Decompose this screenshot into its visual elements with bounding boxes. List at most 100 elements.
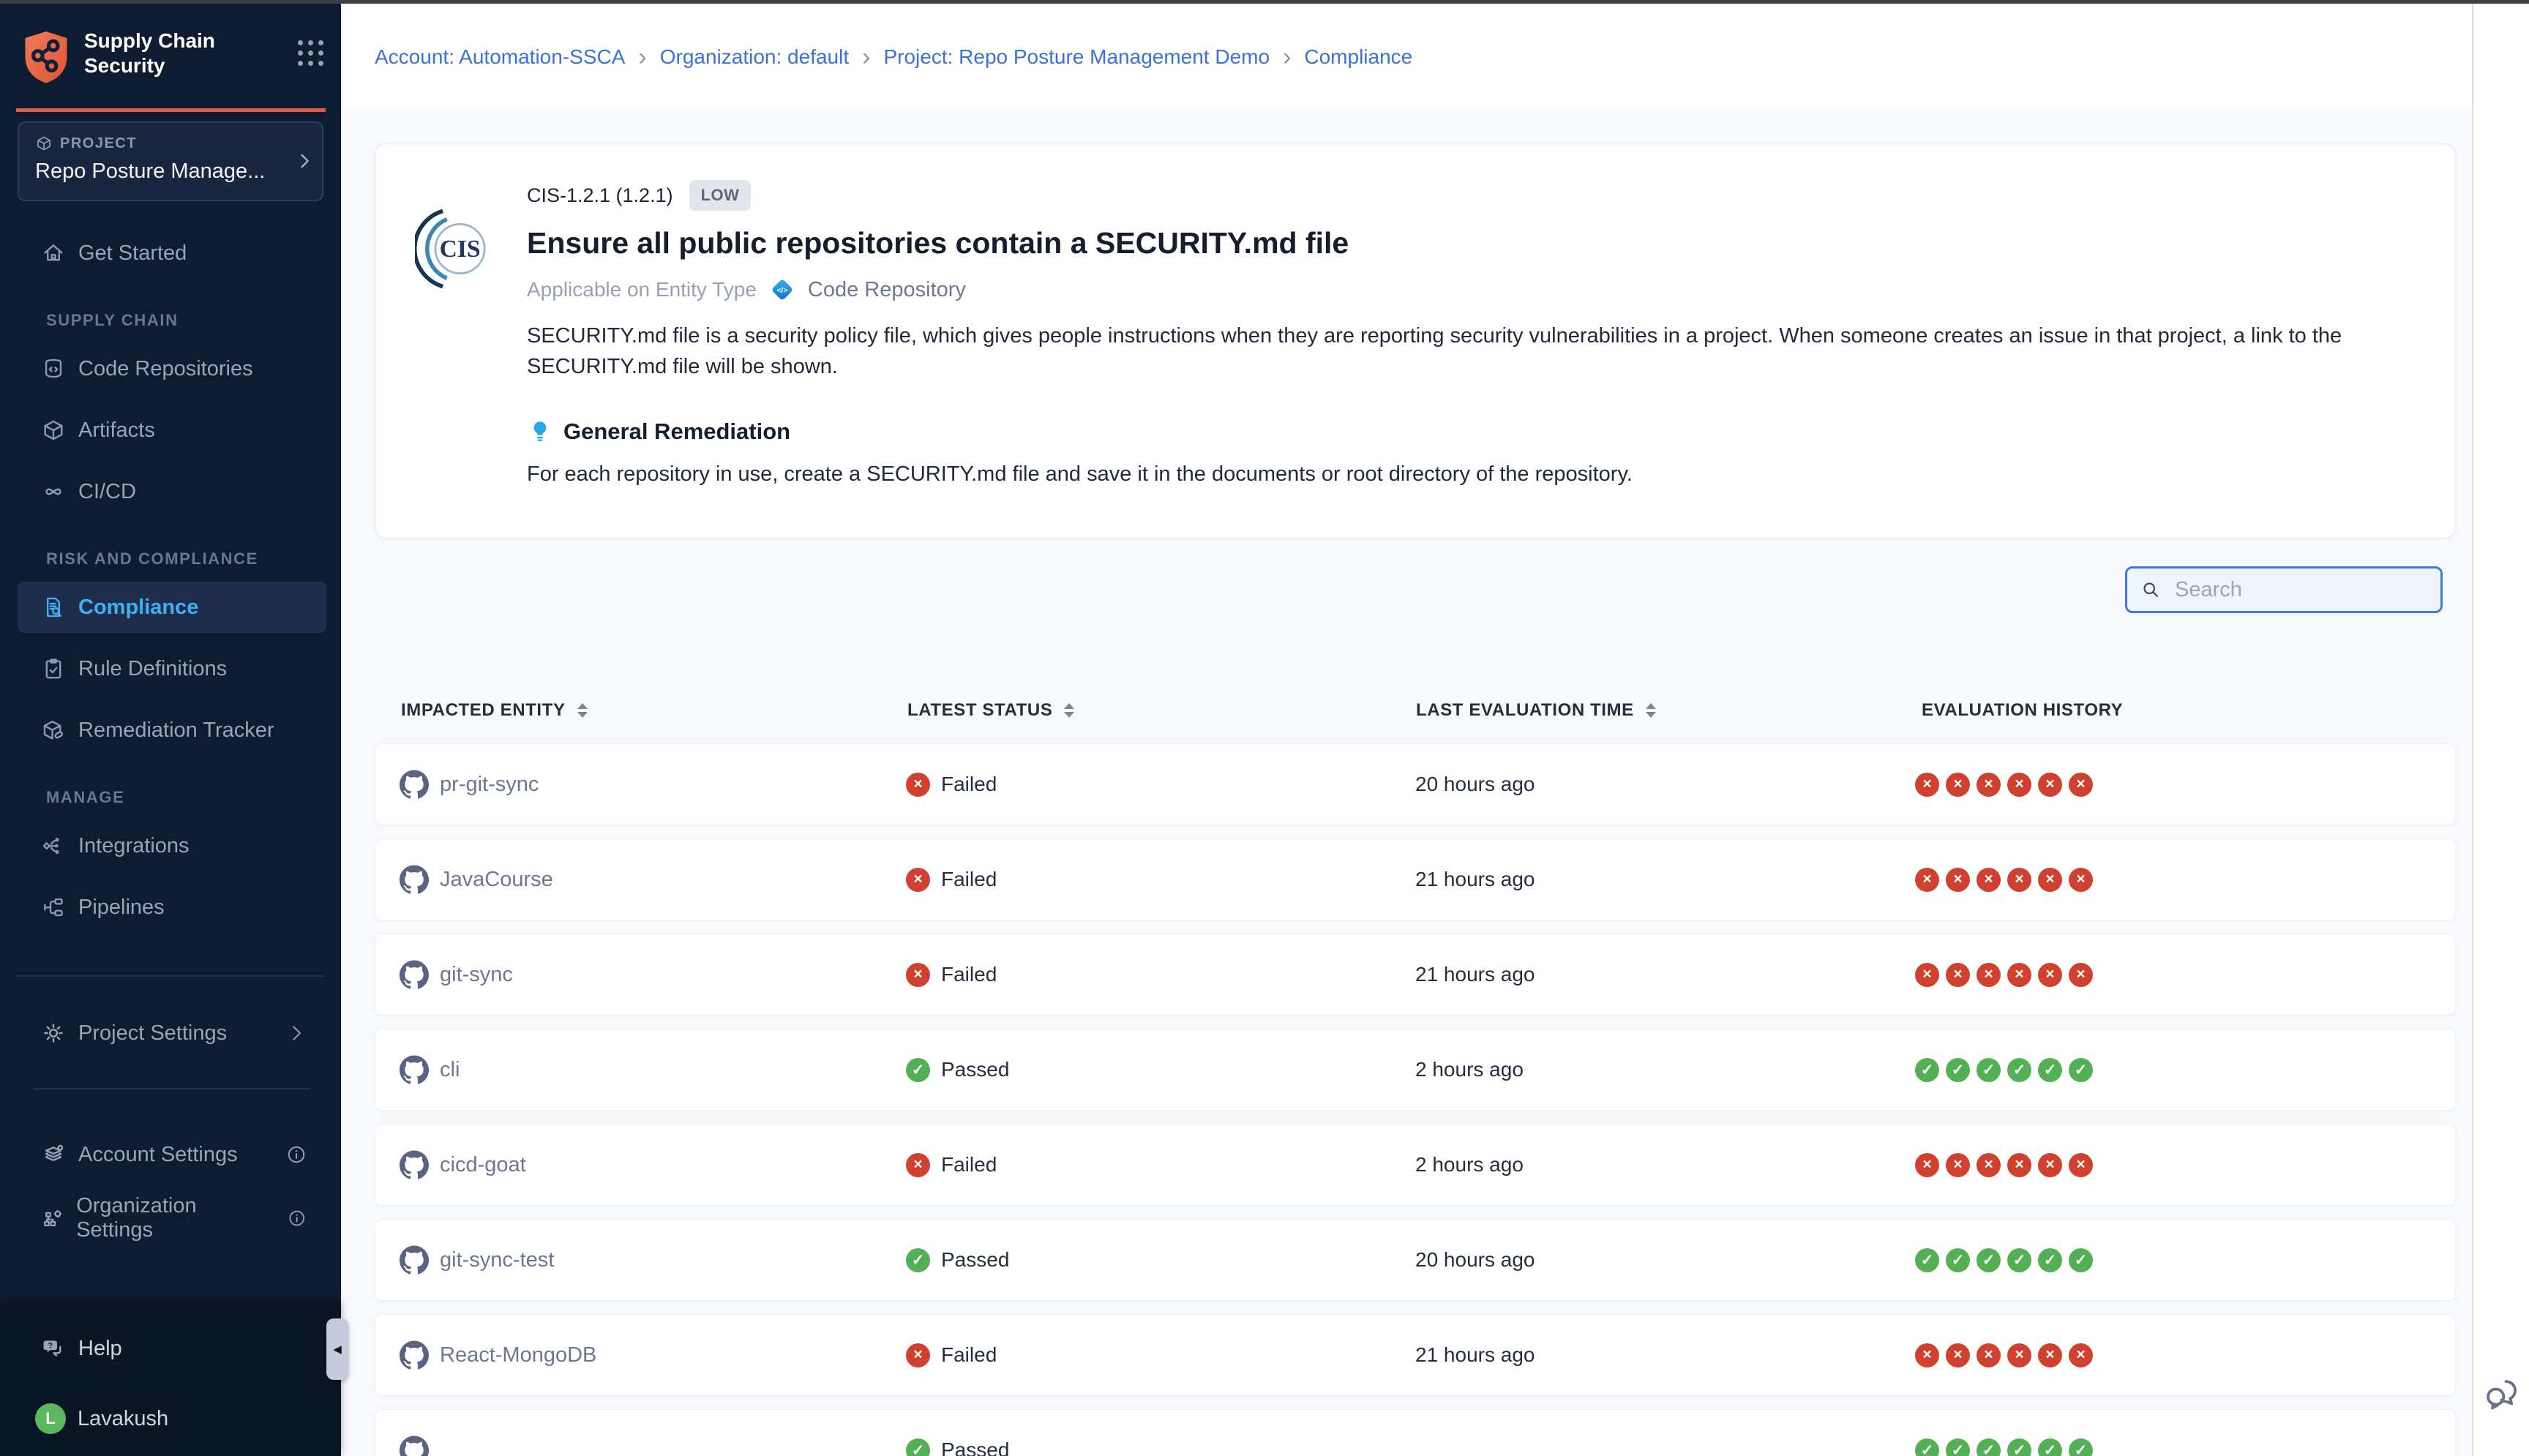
entity-name[interactable]: git-sync [440,963,513,987]
entity-name[interactable]: git-sync-test [440,1248,554,1272]
avatar: L [35,1403,66,1434]
github-icon [400,1150,429,1179]
project-selector[interactable]: PROJECT Repo Posture Manage... [18,121,323,201]
info-icon [287,1207,307,1229]
table-row[interactable]: ✓ Passed ✓✓✓✓✓✓ [375,1409,2456,1456]
table-row[interactable]: git-sync × Failed 21 hours ago ×××××× [375,934,2456,1016]
entity-name[interactable]: cicd-goat [440,1153,526,1177]
sidebar-section-heading: RISK AND COMPLIANCE [46,549,326,568]
entity-name[interactable]: JavaCourse [440,868,553,892]
rule-title: Ensure all public repositories contain a… [527,226,2411,260]
entity-name[interactable]: pr-git-sync [440,773,539,797]
remediation-heading-row: General Remediation [527,416,2411,448]
sidebar-footer-nav: Project Settings Account Settings Organi… [0,977,341,1244]
passed-eval-icon: ✓ [2038,1058,2062,1082]
column-header[interactable]: LATEST STATUS [881,700,1390,721]
passed-eval-icon: ✓ [1915,1058,1939,1082]
sort-icon[interactable] [1064,703,1074,718]
rule-description: SECURITY.md file is a security policy fi… [527,320,2411,382]
breadcrumb-link[interactable]: Account: Automation-SSCA [375,45,625,69]
column-header[interactable]: IMPACTED ENTITY [375,700,881,721]
chat-help-icon: ? [41,1336,66,1361]
sidebar-item-code-repositories[interactable]: Code Repositories [18,343,326,394]
cis-logo: CIS [415,208,497,290]
sidebar-item-ci-cd[interactable]: CI/CD [18,466,326,517]
svg-text:?: ? [48,1341,53,1350]
box-icon [41,418,66,443]
chat-bubbles-icon[interactable] [2482,1374,2522,1414]
sidebar-item-label: Integrations [78,834,190,858]
failed-eval-icon: × [1977,773,2001,797]
column-header[interactable]: EVALUATION HISTORY [1895,700,2456,721]
entity-name[interactable]: React-MongoDB [440,1343,596,1367]
last-evaluation-time: 21 hours ago [1415,868,1535,891]
failed-eval-icon: × [1915,963,1939,987]
failed-eval-icon: × [2007,963,2031,987]
sidebar-item-project-settings[interactable]: Project Settings [18,1007,326,1059]
right-rail [2472,4,2529,1456]
github-icon [400,1055,429,1084]
search-icon [2140,579,2161,600]
passed-eval-icon: ✓ [1946,1058,1970,1082]
passed-eval-icon: ✓ [1946,1438,1970,1456]
sidebar-item-organization-settings[interactable]: Organization Settings [18,1193,326,1244]
sidebar-item-label: Code Repositories [78,357,253,381]
sidebar-item-remediation-tracker[interactable]: Remediation Tracker [18,705,326,756]
column-header[interactable]: LAST EVALUATION TIME [1390,700,1895,721]
brand-title-line1: Supply Chain [84,29,298,53]
search-box[interactable] [2125,566,2443,613]
brand-header: Supply Chain Security [20,23,323,93]
breadcrumb-link[interactable]: Compliance [1304,45,1412,69]
breadcrumb-link[interactable]: Project: Repo Posture Management Demo [883,45,1270,69]
status-label: Passed [941,1248,1009,1272]
entity-name[interactable]: cli [440,1058,460,1082]
passed-eval-icon: ✓ [1946,1248,1970,1272]
chevron-right-icon [285,1022,307,1044]
failed-eval-icon: × [2007,773,2031,797]
sidebar-item-label: CI/CD [78,480,136,504]
sort-icon[interactable] [577,703,588,718]
table-row[interactable]: cicd-goat × Failed 2 hours ago ×××××× [375,1124,2456,1206]
sidebar-item-label: Remediation Tracker [78,718,274,743]
applicable-row: Applicable on Entity Type </> Code Repos… [527,275,2411,304]
status-label: Failed [941,963,997,986]
remediation-heading: General Remediation [563,419,790,445]
sidebar-item-help[interactable]: ? Help [18,1323,326,1374]
search-input[interactable] [2173,578,2451,602]
github-icon [400,1340,429,1370]
sidebar-collapse-handle[interactable]: ◀ [326,1318,348,1380]
table-row[interactable]: React-MongoDB × Failed 21 hours ago ××××… [375,1314,2456,1396]
sidebar-section-heading: MANAGE [46,788,326,807]
table-header: IMPACTED ENTITY LATEST STATUS LAST EVALU… [375,694,2456,727]
breadcrumb-separator: › [862,47,870,67]
failed-eval-icon: × [1946,1153,1970,1177]
project-name: Repo Posture Manage... [35,160,293,184]
sidebar-item-integrations[interactable]: Integrations [18,820,326,871]
user-name: Lavakush [78,1407,168,1431]
sidebar-item-rule-definitions[interactable]: Rule Definitions [18,643,326,694]
status-label: Failed [941,773,997,796]
table-row[interactable]: cli ✓ Passed 2 hours ago ✓✓✓✓✓✓ [375,1029,2456,1111]
user-menu[interactable]: L Lavakush [18,1403,326,1434]
entity-type-label[interactable]: Code Repository [808,278,966,302]
sort-icon[interactable] [1646,703,1656,718]
sidebar-item-get-started[interactable]: Get Started [18,228,326,279]
failed-status-icon: × [906,868,930,892]
sidebar-item-label: Rule Definitions [78,657,227,681]
sidebar-item-pipelines[interactable]: Pipelines [18,882,326,933]
code-repo-icon [41,356,66,381]
passed-eval-icon: ✓ [2038,1248,2062,1272]
breadcrumb-link[interactable]: Organization: default [660,45,849,69]
sidebar-item-artifacts[interactable]: Artifacts [18,405,326,456]
table-row[interactable]: JavaCourse × Failed 21 hours ago ×××××× [375,838,2456,920]
github-icon [400,1245,429,1275]
table-row[interactable]: pr-git-sync × Failed 20 hours ago ×××××× [375,743,2456,825]
status-label: Failed [941,868,997,891]
failed-status-icon: × [906,1343,930,1367]
apps-grid-icon[interactable] [298,40,323,66]
passed-eval-icon: ✓ [2069,1248,2093,1272]
sidebar-item-account-settings[interactable]: Account Settings [18,1129,326,1180]
table-row[interactable]: git-sync-test ✓ Passed 20 hours ago ✓✓✓✓… [375,1219,2456,1301]
failed-eval-icon: × [2007,1153,2031,1177]
sidebar-item-compliance[interactable]: Compliance [18,582,326,633]
